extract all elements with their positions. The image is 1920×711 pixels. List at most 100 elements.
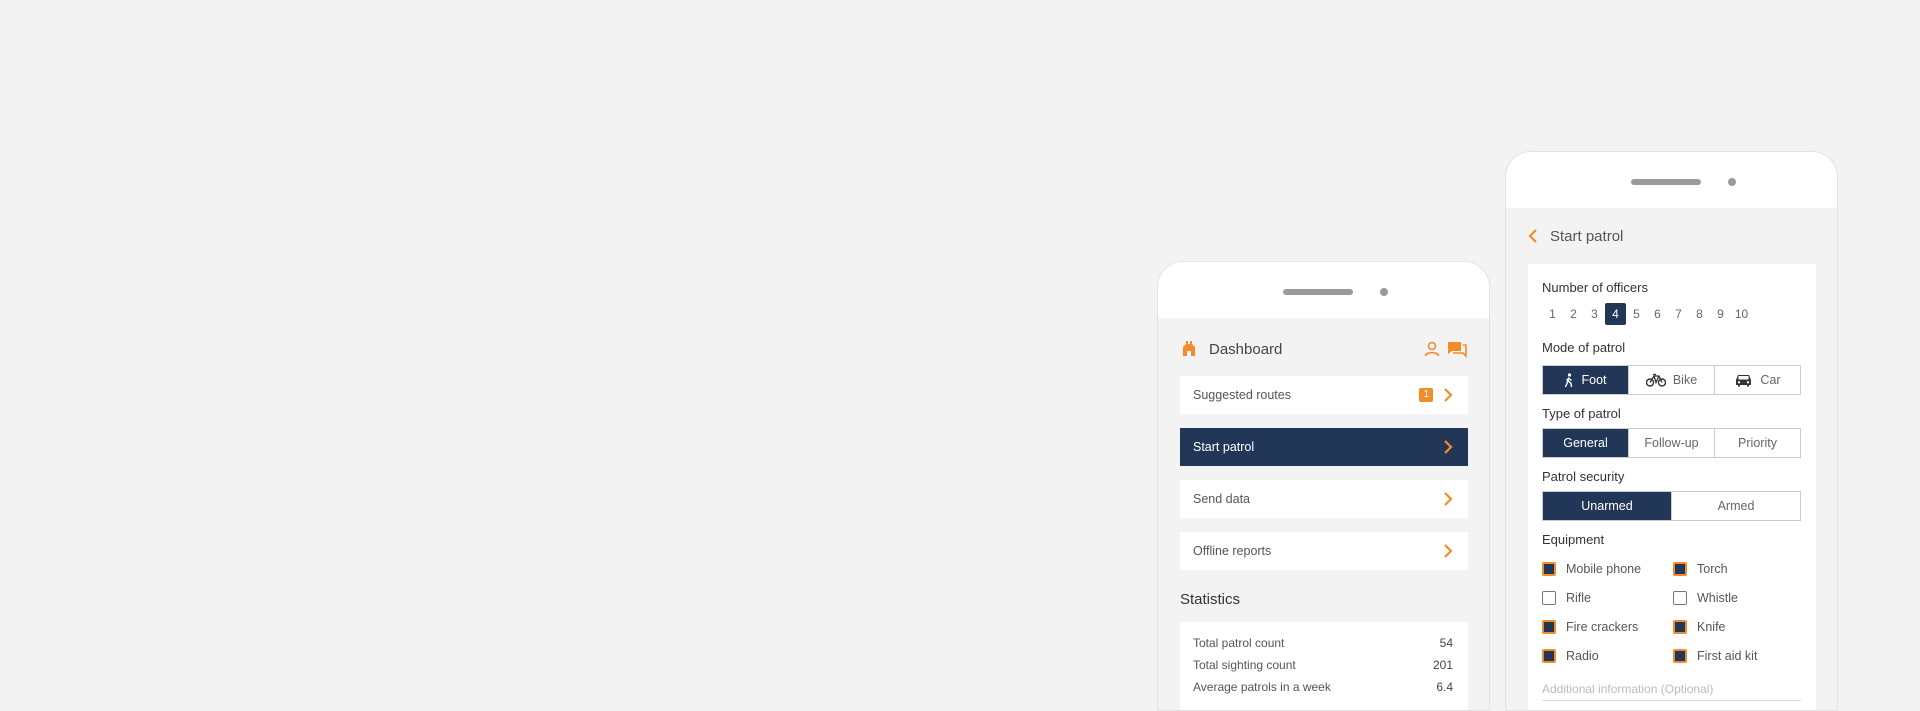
phone-top-bar bbox=[1158, 262, 1489, 318]
chat-icon[interactable] bbox=[1447, 340, 1467, 358]
equipment-checkbox-torch[interactable]: Torch bbox=[1673, 561, 1801, 577]
checkbox-checked[interactable] bbox=[1673, 620, 1687, 634]
phone-top-bar bbox=[1506, 152, 1837, 208]
phone-speaker bbox=[1282, 289, 1353, 295]
mode-option-foot[interactable]: Foot bbox=[1543, 366, 1628, 394]
menu-item-suggested-routes[interactable]: Suggested routes 1 bbox=[1180, 376, 1468, 414]
checkbox-checked[interactable] bbox=[1542, 562, 1556, 576]
additional-information-field[interactable]: Additional information (Optional) bbox=[1542, 682, 1801, 701]
start-patrol-phone: Start patrol Number of officers 1 2 3 4 … bbox=[1505, 151, 1838, 711]
phone-camera bbox=[1379, 288, 1388, 296]
stat-value: 201 bbox=[1432, 658, 1453, 672]
officer-count-option[interactable]: 7 bbox=[1668, 303, 1689, 325]
type-option-follow-up[interactable]: Follow-up bbox=[1628, 429, 1714, 457]
type-label: Type of patrol bbox=[1542, 406, 1621, 421]
mode-option-label: Car bbox=[1760, 373, 1781, 387]
equipment-checkbox-rifle[interactable]: Rifle bbox=[1542, 590, 1673, 606]
officers-selector: 1 2 3 4 5 6 7 8 9 10 bbox=[1542, 303, 1752, 325]
walking-icon bbox=[1565, 372, 1573, 387]
equipment-label-text: Torch bbox=[1697, 562, 1728, 576]
checkbox-unchecked[interactable] bbox=[1673, 591, 1687, 605]
notification-badge: 1 bbox=[1419, 388, 1433, 402]
officer-count-option[interactable]: 8 bbox=[1689, 303, 1710, 325]
stat-label: Total patrol count bbox=[1193, 636, 1285, 650]
stat-row: Total sighting count 201 bbox=[1193, 654, 1453, 676]
statistics-panel: Total patrol count 54 Total sighting cou… bbox=[1180, 622, 1468, 710]
equipment-label-text: Fire crackers bbox=[1566, 620, 1639, 634]
chevron-right-icon bbox=[1444, 388, 1453, 402]
menu-item-label: Send data bbox=[1193, 492, 1250, 506]
equipment-checkbox-whistle[interactable]: Whistle bbox=[1673, 590, 1801, 606]
checkbox-checked[interactable] bbox=[1542, 620, 1556, 634]
mode-option-label: Bike bbox=[1672, 373, 1698, 387]
officer-count-option[interactable]: 10 bbox=[1731, 303, 1752, 325]
security-option-armed[interactable]: Armed bbox=[1671, 492, 1800, 520]
mode-option-bike[interactable]: Bike bbox=[1628, 366, 1714, 394]
officer-count-option[interactable]: 9 bbox=[1710, 303, 1731, 325]
mode-option-car[interactable]: Car bbox=[1714, 366, 1800, 394]
menu-item-label: Suggested routes bbox=[1193, 388, 1291, 402]
screen-header: Start patrol bbox=[1528, 224, 1623, 248]
type-segmented-control: General Follow-up Priority bbox=[1542, 428, 1801, 458]
equipment-checkbox-radio[interactable]: Radio bbox=[1542, 648, 1673, 664]
equipment-label-text: Mobile phone bbox=[1566, 562, 1642, 576]
officer-count-option[interactable]: 1 bbox=[1542, 303, 1563, 325]
dashboard-phone: Dashboard Suggested routes 1 Start patro… bbox=[1157, 261, 1490, 711]
type-option-general[interactable]: General bbox=[1543, 429, 1628, 457]
car-icon bbox=[1736, 375, 1752, 387]
stat-label: Average patrols in a week bbox=[1193, 680, 1331, 694]
stat-row: Total patrol count 54 bbox=[1193, 632, 1453, 654]
equipment-checkbox-fire-crackers[interactable]: Fire crackers bbox=[1542, 619, 1673, 635]
app-logo-icon bbox=[1183, 341, 1195, 356]
page-title: Start patrol bbox=[1550, 227, 1624, 245]
statistics-heading: Statistics bbox=[1180, 591, 1241, 608]
equipment-label: Equipment bbox=[1542, 532, 1605, 547]
chevron-right-icon bbox=[1444, 440, 1453, 454]
equipment-label-text: Whistle bbox=[1697, 591, 1738, 605]
stat-label: Total sighting count bbox=[1193, 658, 1296, 672]
menu-item-label: Start patrol bbox=[1193, 440, 1255, 454]
checkbox-checked[interactable] bbox=[1542, 649, 1556, 663]
stat-value: 6.4 bbox=[1436, 680, 1453, 694]
checkbox-unchecked[interactable] bbox=[1542, 591, 1556, 605]
menu-item-send-data[interactable]: Send data bbox=[1180, 480, 1468, 518]
equipment-label-text: First aid kit bbox=[1697, 649, 1758, 663]
back-chevron-icon[interactable] bbox=[1528, 228, 1538, 244]
stat-value: 54 bbox=[1439, 636, 1453, 650]
equipment-label-text: Knife bbox=[1697, 620, 1726, 634]
officer-count-option[interactable]: 2 bbox=[1563, 303, 1584, 325]
equipment-checkbox-knife[interactable]: Knife bbox=[1673, 619, 1801, 635]
stat-row: Average patrols in a week 6.4 bbox=[1193, 676, 1453, 698]
patrol-form: Number of officers 1 2 3 4 5 6 7 8 9 10 … bbox=[1528, 264, 1816, 710]
officer-count-option-selected[interactable]: 4 bbox=[1605, 303, 1626, 325]
equipment-checkbox-first-aid-kit[interactable]: First aid kit bbox=[1673, 648, 1801, 664]
checkbox-checked[interactable] bbox=[1673, 562, 1687, 576]
equipment-checkbox-mobile-phone[interactable]: Mobile phone bbox=[1542, 561, 1673, 577]
menu-item-start-patrol[interactable]: Start patrol bbox=[1180, 428, 1468, 466]
security-option-unarmed[interactable]: Unarmed bbox=[1543, 492, 1671, 520]
type-option-priority[interactable]: Priority bbox=[1714, 429, 1800, 457]
user-icon[interactable] bbox=[1423, 340, 1441, 358]
officer-count-option[interactable]: 3 bbox=[1584, 303, 1605, 325]
security-segmented-control: Unarmed Armed bbox=[1542, 491, 1801, 521]
dashboard-header: Dashboard bbox=[1180, 337, 1467, 361]
equipment-label-text: Radio bbox=[1566, 649, 1599, 663]
mode-segmented-control: Foot Bike Car bbox=[1542, 365, 1801, 395]
phone-camera bbox=[1727, 178, 1736, 186]
chevron-right-icon bbox=[1444, 492, 1453, 506]
chevron-right-icon bbox=[1444, 544, 1453, 558]
mode-label: Mode of patrol bbox=[1542, 340, 1626, 355]
equipment-list: Mobile phone Torch Rifle Whistle Fire cr… bbox=[1542, 561, 1801, 664]
officer-count-option[interactable]: 6 bbox=[1647, 303, 1668, 325]
page-title: Dashboard bbox=[1209, 340, 1283, 358]
menu-item-label: Offline reports bbox=[1193, 544, 1272, 558]
phone-speaker bbox=[1630, 179, 1701, 185]
officers-label: Number of officers bbox=[1542, 280, 1648, 295]
checkbox-checked[interactable] bbox=[1673, 649, 1687, 663]
equipment-label-text: Rifle bbox=[1566, 591, 1592, 605]
officer-count-option[interactable]: 5 bbox=[1626, 303, 1647, 325]
security-label: Patrol security bbox=[1542, 469, 1625, 484]
mode-option-label: Foot bbox=[1581, 373, 1607, 387]
menu-item-offline-reports[interactable]: Offline reports bbox=[1180, 532, 1468, 570]
bicycle-icon bbox=[1645, 373, 1666, 387]
